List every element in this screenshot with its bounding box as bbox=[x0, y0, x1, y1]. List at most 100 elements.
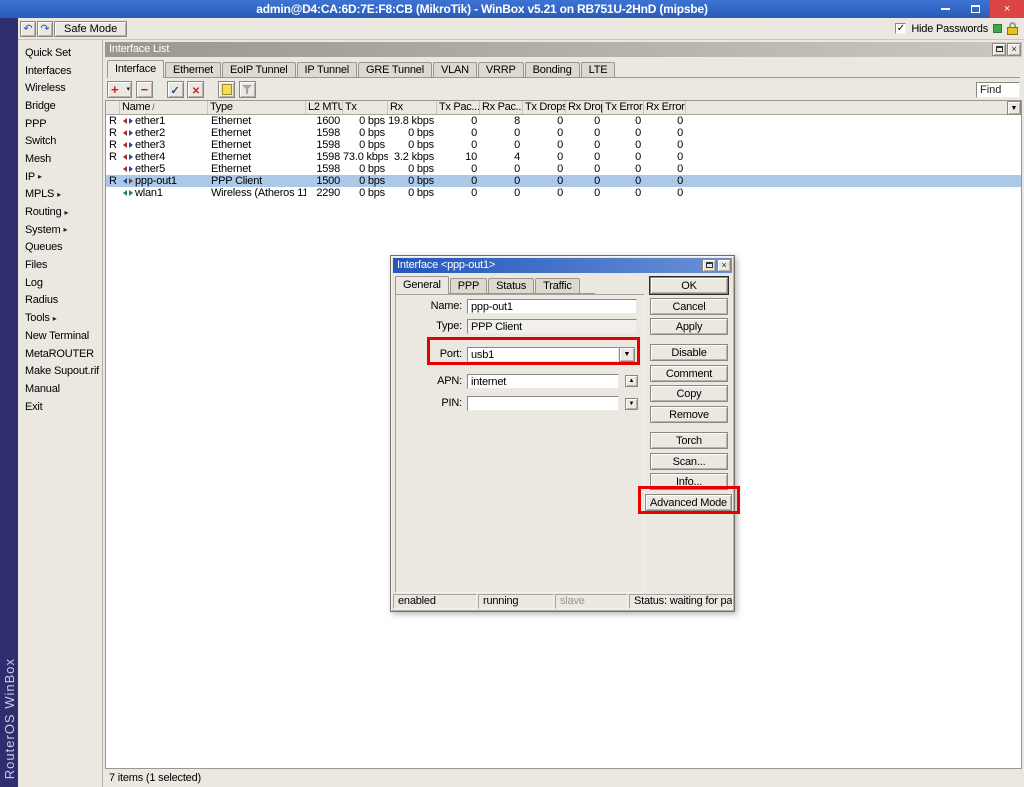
hide-passwords-checkbox[interactable]: ✓ bbox=[895, 23, 906, 34]
scroll-down-button[interactable]: ▼ bbox=[625, 398, 638, 410]
enable-button[interactable]: ✓ bbox=[167, 81, 184, 98]
advanced-mode-button[interactable]: Advanced Mode bbox=[645, 494, 732, 511]
dialog-tab-status[interactable]: Status bbox=[488, 278, 534, 293]
tab-gre-tunnel[interactable]: GRE Tunnel bbox=[358, 62, 432, 77]
pin-input[interactable] bbox=[467, 396, 619, 411]
column-header-flags[interactable] bbox=[106, 101, 120, 114]
tab-interface[interactable]: Interface bbox=[107, 60, 164, 77]
undo-button[interactable]: ↶ bbox=[20, 21, 36, 37]
dialog-tab-general[interactable]: General bbox=[395, 276, 449, 293]
restore-window-button[interactable] bbox=[992, 43, 1006, 56]
tab-ip-tunnel[interactable]: IP Tunnel bbox=[297, 62, 357, 77]
port-dropdown-button[interactable]: ▼ bbox=[619, 347, 635, 362]
torch-button[interactable]: Torch bbox=[650, 432, 728, 449]
table-row-ether4[interactable]: Rether4Ethernet159873.0 kbps3.2 kbps1040… bbox=[106, 151, 1021, 163]
sidebar-item-label: Wireless bbox=[25, 82, 66, 94]
safe-mode-button[interactable]: Safe Mode bbox=[54, 21, 127, 37]
table-row-ether3[interactable]: Rether3Ethernet15980 bps0 bps000000 bbox=[106, 139, 1021, 151]
table-row-wlan1[interactable]: wlan1Wireless (Atheros 11N)22900 bps0 bp… bbox=[106, 187, 1021, 199]
column-header-l2-mtu[interactable]: L2 MTU bbox=[306, 101, 343, 114]
dialog-close-button[interactable]: × bbox=[717, 259, 731, 272]
comment-button[interactable]: Comment bbox=[650, 365, 728, 382]
column-header-rx-pac[interactable]: Rx Pac... bbox=[480, 101, 523, 114]
tab-ethernet[interactable]: Ethernet bbox=[165, 62, 221, 77]
dialog-tab-traffic[interactable]: Traffic bbox=[535, 278, 580, 293]
tab-vrrp[interactable]: VRRP bbox=[478, 62, 524, 77]
find-input[interactable] bbox=[976, 82, 1020, 98]
cell-l2mtu: 1598 bbox=[306, 151, 343, 163]
column-header-rx[interactable]: Rx bbox=[388, 101, 437, 114]
sidebar-item-queues[interactable]: Queues bbox=[18, 239, 102, 257]
column-header-tx-pac[interactable]: Tx Pac... bbox=[437, 101, 480, 114]
sidebar-item-manual[interactable]: Manual bbox=[18, 380, 102, 398]
column-header-name[interactable]: Name/ bbox=[120, 101, 208, 114]
tab-lte[interactable]: LTE bbox=[581, 62, 616, 77]
column-header-rx-errors[interactable]: Rx Errors bbox=[644, 101, 686, 114]
tab-bonding[interactable]: Bonding bbox=[525, 62, 580, 77]
sidebar-item-quick-set[interactable]: Quick Set bbox=[18, 44, 102, 62]
info-button[interactable]: Info... bbox=[650, 473, 728, 490]
table-row-ether5[interactable]: ether5Ethernet15980 bps0 bps000000 bbox=[106, 163, 1021, 175]
sidebar-item-exit[interactable]: Exit bbox=[18, 398, 102, 416]
disable-button[interactable]: ✕ bbox=[187, 81, 204, 98]
add-button[interactable]: +▾ bbox=[107, 81, 132, 98]
maximize-button[interactable] bbox=[960, 0, 990, 18]
column-selector-button[interactable]: ▼ bbox=[1007, 101, 1021, 115]
apn-input[interactable] bbox=[467, 374, 619, 389]
sidebar-item-switch[interactable]: Switch bbox=[18, 132, 102, 150]
redo-button[interactable]: ↷ bbox=[37, 21, 53, 37]
apn-field-row: APN: ▲ bbox=[396, 374, 644, 390]
interface-list-titlebar[interactable]: Interface List × bbox=[105, 42, 1022, 57]
sidebar-item-files[interactable]: Files bbox=[18, 256, 102, 274]
sidebar-item-bridge[interactable]: Bridge bbox=[18, 97, 102, 115]
table-row-ether2[interactable]: Rether2Ethernet15980 bps0 bps000000 bbox=[106, 127, 1021, 139]
sidebar-item-mesh[interactable]: Mesh bbox=[18, 150, 102, 168]
close-button[interactable]: × bbox=[990, 0, 1024, 18]
column-header-rx-drops[interactable]: Rx Drops bbox=[566, 101, 603, 114]
minimize-button[interactable] bbox=[930, 0, 960, 18]
tab-eoip-tunnel[interactable]: EoIP Tunnel bbox=[222, 62, 296, 77]
port-select[interactable] bbox=[467, 347, 619, 362]
sidebar-item-log[interactable]: Log bbox=[18, 274, 102, 292]
column-header-tx-drops[interactable]: Tx Drops bbox=[523, 101, 566, 114]
sidebar-item-system[interactable]: System▸ bbox=[18, 221, 102, 239]
dialog-restore-button[interactable] bbox=[702, 259, 716, 272]
scan-button[interactable]: Scan... bbox=[650, 453, 728, 470]
name-input[interactable] bbox=[467, 299, 637, 314]
table-row-ether1[interactable]: Rether1Ethernet16000 bps19.8 kbps080000 bbox=[106, 115, 1021, 127]
comment-button[interactable] bbox=[218, 81, 235, 98]
comment-icon bbox=[222, 84, 232, 95]
sidebar-item-radius[interactable]: Radius bbox=[18, 292, 102, 310]
tab-vlan[interactable]: VLAN bbox=[433, 62, 477, 77]
disable-button[interactable]: Disable bbox=[650, 344, 728, 361]
column-header-type[interactable]: Type bbox=[208, 101, 306, 114]
column-header-tx-errors[interactable]: Tx Errors bbox=[603, 101, 644, 114]
sidebar-item-ip[interactable]: IP▸ bbox=[18, 168, 102, 186]
cancel-button[interactable]: Cancel bbox=[650, 298, 728, 315]
dialog-tab-ppp[interactable]: PPP bbox=[450, 278, 487, 293]
sidebar-item-routing[interactable]: Routing▸ bbox=[18, 203, 102, 221]
app-titlebar[interactable]: admin@D4:CA:6D:7E:F8:CB (MikroTik) - Win… bbox=[0, 0, 1024, 18]
dialog-titlebar[interactable]: Interface <ppp-out1> × bbox=[393, 258, 732, 273]
sidebar-item-make-supout-rif[interactable]: Make Supout.rif bbox=[18, 362, 102, 380]
sidebar-item-wireless[interactable]: Wireless bbox=[18, 79, 102, 97]
filter-button[interactable] bbox=[239, 81, 256, 98]
remove-button[interactable]: − bbox=[136, 81, 153, 98]
sidebar-item-interfaces[interactable]: Interfaces bbox=[18, 62, 102, 80]
scroll-up-button[interactable]: ▲ bbox=[625, 375, 638, 387]
column-header-tx[interactable]: Tx bbox=[343, 101, 388, 114]
cell-flag: R bbox=[106, 127, 120, 139]
cell-tx_err: 0 bbox=[603, 115, 644, 127]
sidebar-item-metarouter[interactable]: MetaROUTER bbox=[18, 345, 102, 363]
remove-button[interactable]: Remove bbox=[650, 406, 728, 423]
table-row-ppp-out1[interactable]: Rppp-out1PPP Client15000 bps0 bps000000 bbox=[106, 175, 1021, 187]
ok-button[interactable]: OK bbox=[650, 277, 728, 294]
sidebar-item-mpls[interactable]: MPLS▸ bbox=[18, 186, 102, 204]
copy-button[interactable]: Copy bbox=[650, 385, 728, 402]
close-window-button[interactable]: × bbox=[1007, 43, 1021, 56]
sidebar-item-tools[interactable]: Tools▸ bbox=[18, 309, 102, 327]
sidebar-item-ppp[interactable]: PPP bbox=[18, 115, 102, 133]
sidebar-item-new-terminal[interactable]: New Terminal bbox=[18, 327, 102, 345]
lock-icon bbox=[1007, 22, 1018, 35]
apply-button[interactable]: Apply bbox=[650, 318, 728, 335]
